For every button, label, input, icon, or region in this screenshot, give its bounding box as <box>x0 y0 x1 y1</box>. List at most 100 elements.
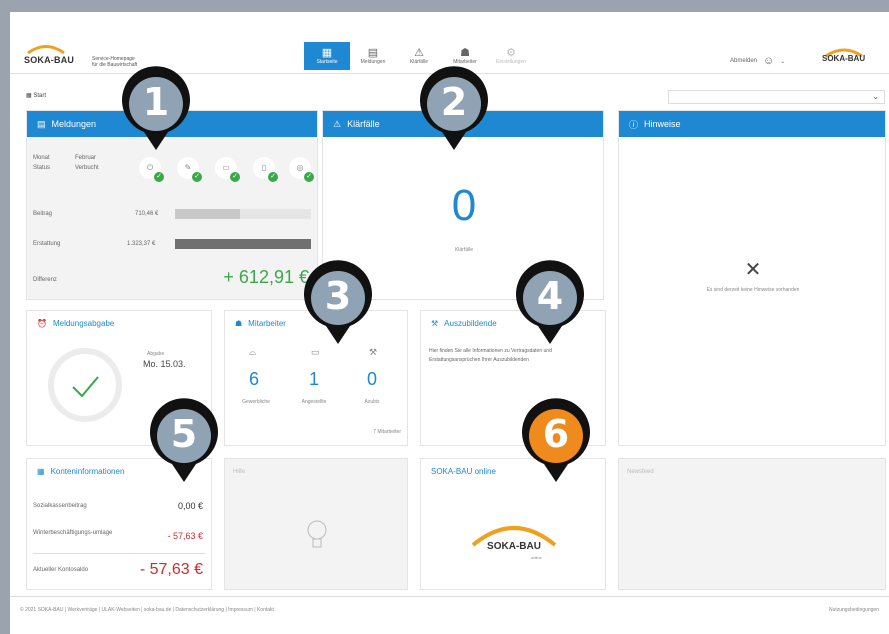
logo[interactable]: SOKA-BAU <box>24 50 74 68</box>
breadcrumb[interactable]: ▦ Start <box>26 92 46 99</box>
plug-icon: ⏻ ✓ <box>139 157 164 182</box>
nav-meldungen[interactable]: ▤ Meldungen <box>350 42 396 70</box>
beitrag-value: 710,46 € <box>135 211 159 217</box>
hinweise-card: ⓘ Hinweise ✕ Es sind derzeit keine Hinwe… <box>618 110 886 446</box>
callout-pin-1: 1 <box>120 66 192 152</box>
check-icon: ✓ <box>304 172 314 182</box>
konten-title-label: Konteninformationen <box>50 467 125 476</box>
logo-text: SOKA-BAU <box>24 55 75 65</box>
meldungsabgabe-title: ⏰ Meldungsabgabe <box>27 311 211 336</box>
check-icon: ✓ <box>268 172 278 182</box>
printer-icon: ▭ ✓ <box>215 157 240 182</box>
footer-links[interactable]: © 2021 SOKA-BAU | Werkverträge | ULAK-We… <box>20 607 274 613</box>
dashboard-select[interactable]: ⌄ <box>668 90 885 104</box>
header: SOKA-BAU Service-Homepage für die Bauwir… <box>10 12 889 74</box>
newsfeed-title: Newsfeed <box>627 469 654 475</box>
status-value: Verbucht <box>75 165 99 171</box>
nav-label: Mitarbeiter <box>453 59 477 65</box>
meldungsabgabe-title-label: Meldungsabgabe <box>52 319 115 328</box>
chevron-down-icon: ⌄ <box>780 58 786 65</box>
monat-value: Februar <box>75 155 97 161</box>
nav-einstellungen[interactable]: ⚙ Einstellungen <box>488 42 534 70</box>
mitarbeiter-title-label: Mitarbeiter <box>248 319 286 328</box>
auszubildende-text: Hier finden Sie alle Informationen zu Ve… <box>429 348 552 363</box>
close-icon: ✕ <box>744 259 762 281</box>
konten-row-value: - 57,63 € <box>167 531 203 541</box>
hinweise-title: ⓘ Hinweise <box>619 111 885 137</box>
tools-icon: ⚒ <box>369 347 378 357</box>
erstattung-bar <box>175 239 311 249</box>
desk-icon: ▭ <box>311 347 320 357</box>
pin-number: 3 <box>324 274 352 318</box>
pin-number: 1 <box>142 80 170 124</box>
pin-number: 5 <box>170 412 198 456</box>
callout-pin-4: 4 <box>514 260 586 346</box>
saldo-value: - 57,63 € <box>139 561 203 578</box>
footer-terms[interactable]: Nutzungsbedingungen <box>829 607 879 613</box>
label-azubis: Azubis <box>364 399 380 405</box>
online-logo: SOKA-BAU <box>487 541 541 552</box>
check-icon: ✓ <box>230 172 240 182</box>
document-icon: ▯ ✓ <box>253 157 278 182</box>
worker-icon: ☗ <box>460 47 470 59</box>
label-angestellte: Angestellte <box>301 399 327 405</box>
online-logo-sub: online <box>531 555 542 560</box>
nav-startseite[interactable]: ▦ Startseite <box>304 42 350 70</box>
worker-icon: ☗ <box>235 319 243 328</box>
total-mitarbeiter: 7 Mitarbeiter <box>373 429 401 435</box>
chevron-down-icon: ⌄ <box>872 92 879 101</box>
table-icon: ▦ <box>37 467 45 476</box>
count-angestellte: 1 <box>308 369 319 389</box>
abgabe-label: Abgabe <box>147 351 165 357</box>
pin-number: 2 <box>440 80 468 124</box>
check-icon: ✓ <box>192 172 202 182</box>
info-icon: ⓘ <box>629 119 639 130</box>
tools-icon: ⚒ <box>431 319 439 328</box>
label-gewerbliche: Gewerbliche <box>242 399 270 405</box>
grid-icon: ▦ <box>321 47 333 59</box>
calendar-icon: ▤ <box>37 118 46 129</box>
check-icon <box>72 376 99 398</box>
nav-label: Startseite <box>316 59 338 65</box>
saldo-label: Aktueller Kontosaldo <box>33 567 89 573</box>
konten-row-label: Sozialkassenbeitrag <box>33 503 87 509</box>
hardhat-icon: ⌓ <box>249 347 257 357</box>
nav-label: Meldungen <box>360 59 386 65</box>
pin-number: 6 <box>542 412 570 456</box>
alarm-clock-icon: ⏰ <box>37 319 47 328</box>
hinweise-title-label: Hinweise <box>644 119 681 129</box>
callout-pin-2: 2 <box>418 66 490 152</box>
hinweise-empty: Es sind derzeit keine Hinweise vorhanden <box>706 287 800 293</box>
warning-icon: ⚠ <box>414 47 424 59</box>
differenz-label: Differenz <box>33 277 57 283</box>
nav-label: Klärfälle <box>409 59 429 65</box>
status-label: Status <box>33 165 51 171</box>
klaerfaelle-label: Klärfälle <box>454 247 474 253</box>
meldungen-title-label: Meldungen <box>51 119 97 129</box>
monat-label: Monat <box>33 155 50 161</box>
count-azubis: 0 <box>366 369 377 389</box>
konten-row-label: Winterbeschäftigungs-umlage <box>33 530 113 536</box>
pin-number: 4 <box>536 274 564 318</box>
hilfe-card[interactable]: Hilfe <box>224 458 408 590</box>
callout-pin-6: 6 <box>520 398 592 484</box>
klaerfaelle-count: 0 <box>451 181 477 230</box>
newsfeed-card[interactable]: Newsfeed <box>618 458 886 590</box>
warning-icon: ⚠ <box>333 118 342 129</box>
erstattung-value: 1.323,37 € <box>127 241 156 247</box>
erstattung-bar-fill <box>175 239 311 249</box>
calendar-icon: ▤ <box>367 47 379 59</box>
progress-ring <box>48 348 122 422</box>
user-label: Abmelden <box>730 58 758 64</box>
divider <box>33 553 205 554</box>
erstattung-label: Erstattung <box>33 241 61 247</box>
klaerfaelle-title-label: Klärfälle <box>347 119 380 129</box>
right-logo: SOKA-BAU <box>822 54 866 63</box>
beitrag-bar <box>175 209 311 219</box>
user-menu[interactable]: Abmelden ☺ ⌄ <box>730 55 785 67</box>
pen-icon: ✎ ✓ <box>177 157 202 182</box>
auszubildende-title-label: Auszubildende <box>444 319 497 328</box>
konten-row-value: 0,00 € <box>177 501 203 511</box>
lightbulb-icon <box>307 520 327 548</box>
beitrag-label: Beitrag <box>33 211 53 217</box>
